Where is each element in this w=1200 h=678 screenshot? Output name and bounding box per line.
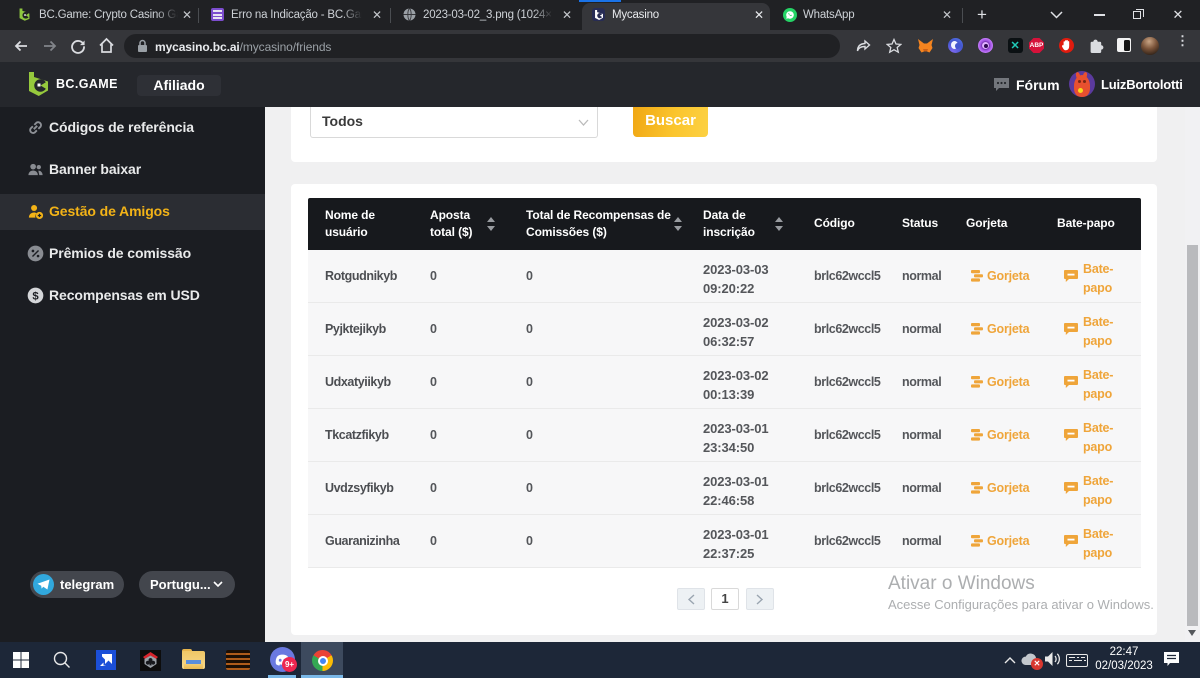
svg-text:$: $ (32, 290, 39, 302)
